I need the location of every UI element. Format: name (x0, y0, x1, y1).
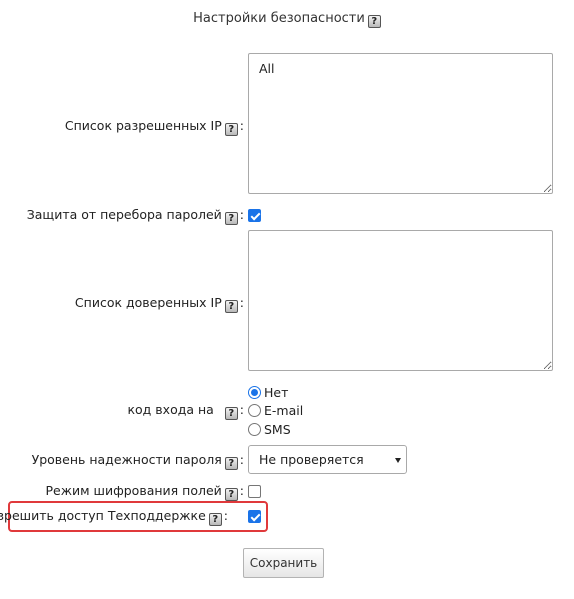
login-code-label-text: код входа на (127, 402, 214, 417)
password-strength-value: Не проверяется (259, 452, 364, 467)
help-icon[interactable]: ? (224, 488, 238, 501)
page-title-text: Настройки безопасности (193, 11, 365, 26)
field-encryption-label: Режим шифрования полей?: (45, 483, 244, 501)
trusted-ip-textarea[interactable] (248, 230, 553, 371)
help-icon[interactable]: ? (367, 15, 381, 28)
help-icon[interactable]: ? (208, 513, 222, 526)
radio-label: E-mail (264, 403, 304, 418)
support-access-checkbox[interactable] (248, 510, 261, 523)
brute-force-checkbox[interactable] (248, 209, 261, 222)
radio-label: Нет (264, 385, 289, 400)
trusted-ip-label: Список доверенных IP?: (74, 295, 244, 313)
login-code-option-sms[interactable]: SMS (248, 422, 291, 438)
trusted-ip-label-text: Список доверенных IP (74, 295, 222, 310)
help-icon[interactable]: ? (224, 212, 238, 225)
chevron-down-icon (395, 458, 401, 463)
password-strength-label-text: Уровень надежности пароля (31, 452, 222, 467)
password-strength-select[interactable]: Не проверяется (248, 445, 407, 474)
field-encryption-label-text: Режим шифрования полей (45, 483, 222, 498)
radio-label: SMS (264, 422, 291, 437)
page-title: Настройки безопасности? (0, 11, 574, 28)
radio-button[interactable] (248, 386, 261, 399)
radio-button[interactable] (248, 404, 261, 417)
help-icon[interactable]: ? (224, 123, 238, 136)
support-access-label: Разрешить доступ Техподдержке?: (0, 508, 228, 526)
brute-force-label-text: Защита от перебора паролей (26, 207, 222, 222)
allowed-ip-textarea[interactable] (248, 53, 553, 194)
brute-force-label: Защита от перебора паролей?: (26, 207, 244, 225)
help-icon[interactable]: ? (224, 407, 238, 420)
save-button[interactable]: Сохранить (243, 548, 324, 578)
radio-button[interactable] (248, 423, 261, 436)
allowed-ip-label: Список разрешенных IP?: (64, 118, 244, 136)
help-icon[interactable]: ? (224, 300, 238, 313)
help-icon[interactable]: ? (224, 457, 238, 470)
password-strength-label: Уровень надежности пароля?: (31, 452, 244, 470)
login-code-option-email[interactable]: E-mail (248, 403, 303, 419)
field-encryption-checkbox[interactable] (248, 485, 261, 498)
support-access-label-text: Разрешить доступ Техподдержке (0, 508, 206, 523)
login-code-option-none[interactable]: Нет (248, 385, 288, 401)
login-code-label: код входа на ?: (127, 402, 244, 420)
allowed-ip-label-text: Список разрешенных IP (64, 118, 222, 133)
